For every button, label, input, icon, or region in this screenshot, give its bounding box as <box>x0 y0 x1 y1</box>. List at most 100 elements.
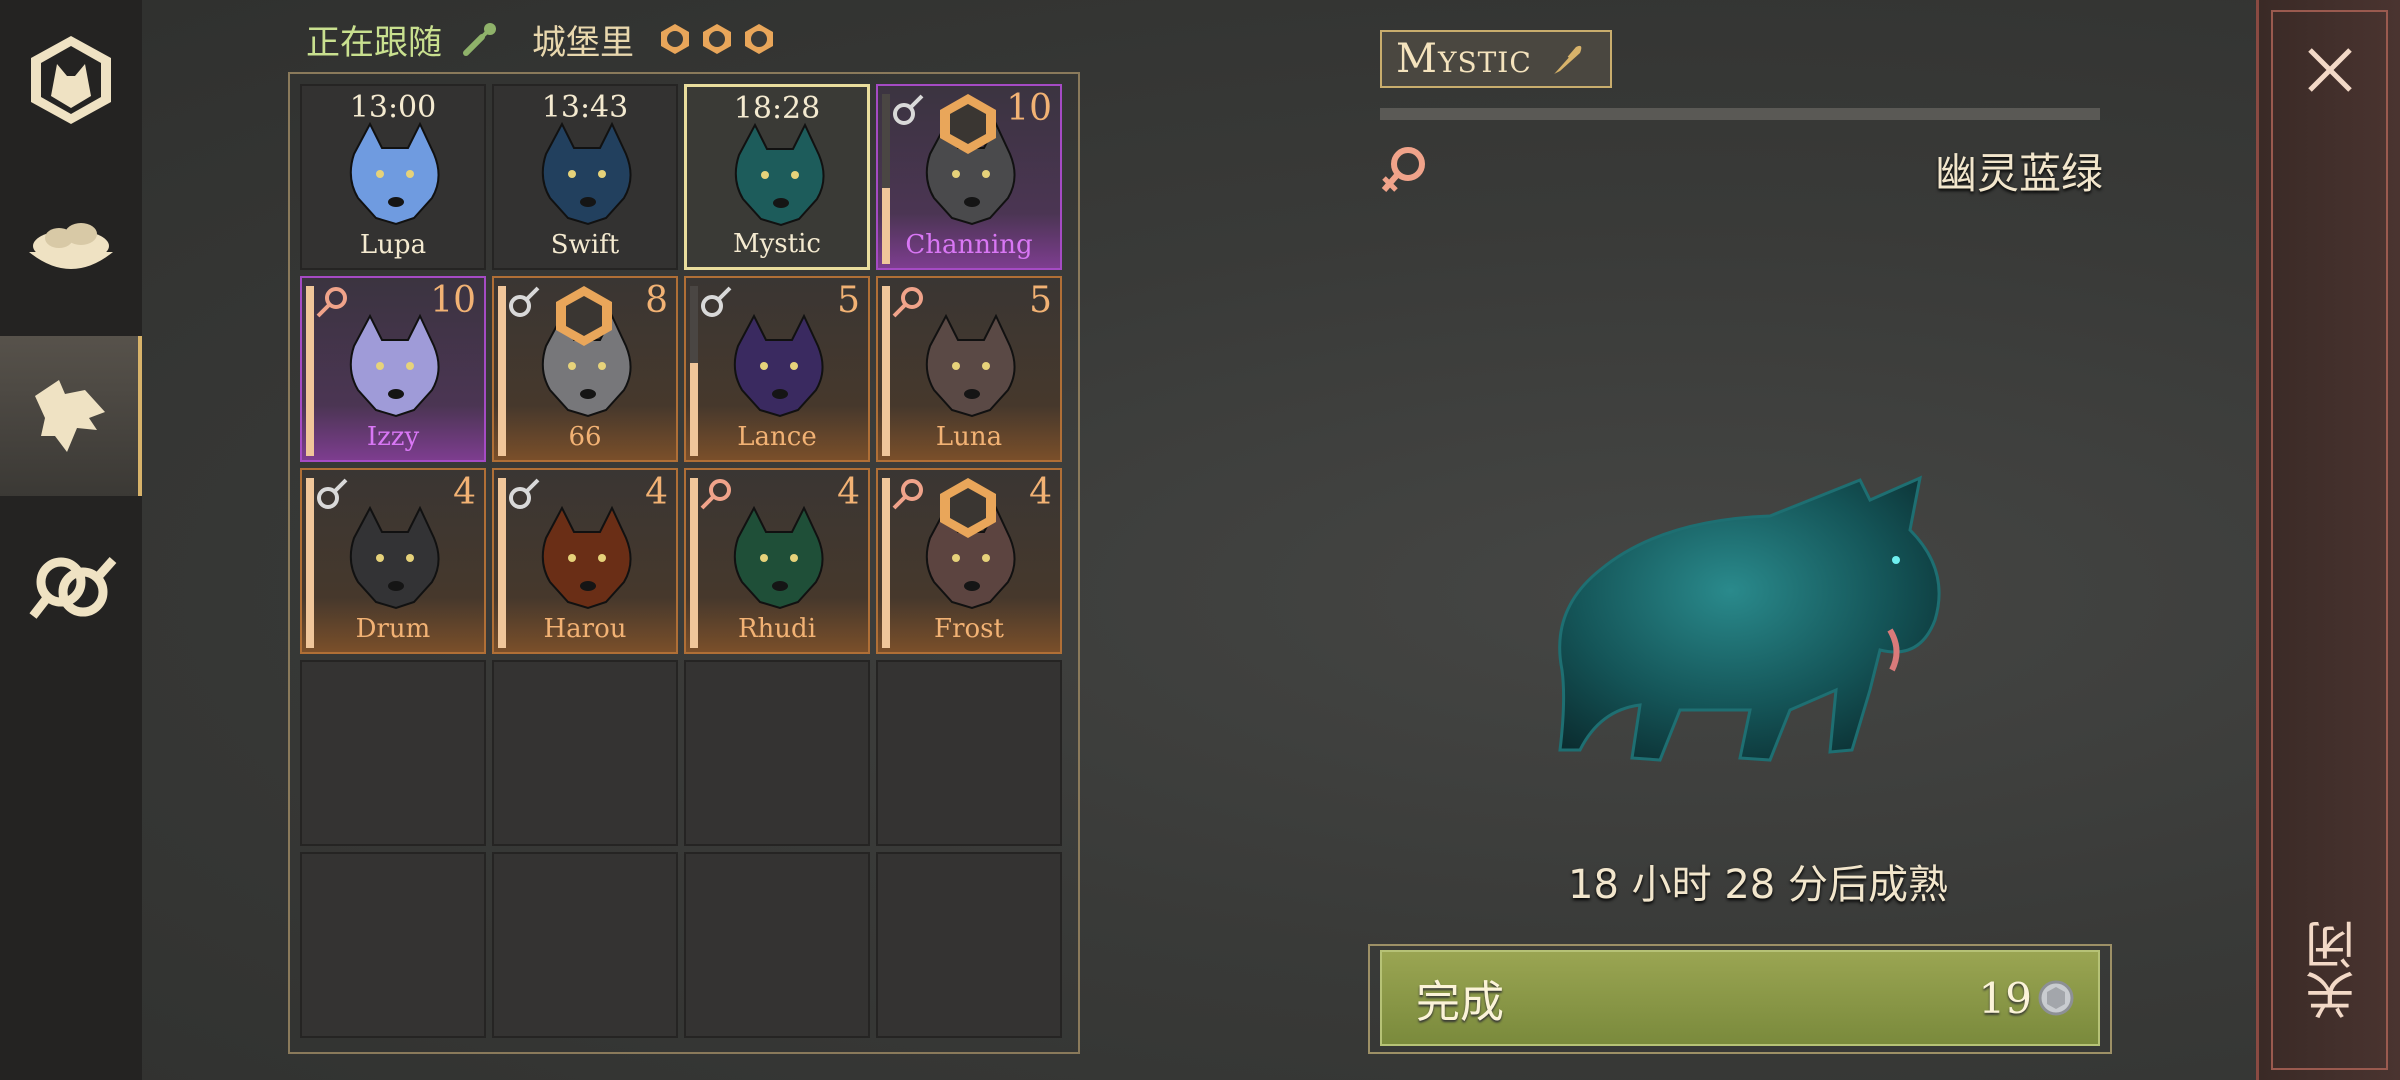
wolf-name: Izzy <box>366 422 420 452</box>
castle-badge-icon <box>940 478 996 538</box>
coat-variant-label: 幽灵蓝绿 <box>1934 149 2103 198</box>
wolf-level: 4 <box>453 472 476 513</box>
female-icon <box>892 287 923 318</box>
silver-coin-icon <box>2038 980 2074 1016</box>
castle-badge-icon <box>556 286 612 346</box>
wolf-card[interactable]: 5 Lance <box>684 276 870 462</box>
wolf-level: 10 <box>1006 88 1052 129</box>
wolf-head-icon <box>35 380 105 452</box>
wolf-level: 4 <box>1029 472 1052 513</box>
male-icon <box>509 286 540 317</box>
maturity-countdown: 18 小时 28 分后成熟 <box>1568 862 1948 908</box>
growth-progress-bar <box>1380 108 2100 120</box>
male-icon <box>893 94 924 125</box>
hatch-time: 13:00 <box>349 90 437 125</box>
nav-wolves[interactable] <box>0 336 142 496</box>
wolf-card[interactable]: 18:28 Mystic <box>684 84 870 270</box>
empty-roster-slot <box>300 660 486 846</box>
wolf-card[interactable]: 10 Izzy <box>300 276 486 462</box>
close-icon[interactable] <box>2304 44 2356 96</box>
castle-slot-icon <box>661 24 689 54</box>
wolf-name: Lupa <box>359 230 427 260</box>
castle-slot-icon <box>703 24 731 54</box>
wolf-level: 8 <box>645 280 668 321</box>
castle-slot-icon <box>745 24 773 54</box>
male-icon <box>317 478 348 509</box>
left-nav <box>0 0 142 1080</box>
complete-label: 完成 <box>1416 977 1504 1028</box>
wolf-name-box[interactable]: Mystic <box>1380 30 1612 88</box>
female-icon <box>1381 147 1425 192</box>
close-label[interactable]: 关闭 <box>2298 920 2363 1020</box>
wolf-portrait <box>349 313 440 418</box>
wolf-portrait <box>349 505 440 610</box>
selected-wolf-name: Mystic <box>1396 36 1532 82</box>
wolf-name: Drum <box>355 614 431 644</box>
wolf-name: Rhudi <box>737 614 817 644</box>
nav-wolf-crest[interactable] <box>0 0 142 160</box>
wolf-name: Harou <box>543 614 627 644</box>
wolf-level: 5 <box>837 280 860 321</box>
wolf-name: 66 <box>568 422 602 452</box>
wolf-name: Channing <box>905 230 1033 260</box>
wolf-card[interactable]: 4 Rhudi <box>684 468 870 654</box>
complete-now-button[interactable]: 完成 19 <box>1380 950 2100 1046</box>
rename-quill-icon[interactable] <box>1546 39 1586 79</box>
wolf-portrait <box>349 121 440 226</box>
empty-roster-slot <box>492 660 678 846</box>
cost-value: 19 <box>1978 973 2032 1023</box>
following-label: 正在跟随 <box>306 22 442 63</box>
wolf-card[interactable]: 4 Harou <box>492 468 678 654</box>
castle-badge-icon <box>940 94 996 154</box>
wolf-portrait <box>733 505 824 610</box>
wolf-card[interactable]: 5 Luna <box>876 276 1062 462</box>
wolf-card[interactable]: 8 66 <box>492 276 678 462</box>
empty-roster-slot <box>876 660 1062 846</box>
castle-label: 城堡里 <box>532 22 634 63</box>
wolf-card[interactable]: 10 Channing <box>876 84 1062 270</box>
roster-header: 正在跟随 城堡里 <box>306 14 776 64</box>
hatch-time: 18:28 <box>733 91 821 126</box>
gender-pair-icon <box>29 557 117 619</box>
nav-breeding[interactable] <box>0 506 142 666</box>
empty-roster-slot <box>492 852 678 1038</box>
empty-roster-slot <box>300 852 486 1038</box>
empty-roster-slot <box>684 852 870 1038</box>
empty-roster-slot <box>684 660 870 846</box>
wolf-name: Frost <box>934 614 1004 644</box>
wolf-card[interactable]: 13:00 Lupa <box>300 84 486 270</box>
wolf-level: 4 <box>837 472 860 513</box>
wolf-level: 4 <box>645 472 668 513</box>
male-icon <box>509 478 540 509</box>
empty-roster-slot <box>876 852 1062 1038</box>
wolf-roster-grid: 13:00 Lupa 13:43 Swift 18:28 Mystic 10 Channing… <box>288 72 1080 1054</box>
wolf-name: Swift <box>550 230 620 260</box>
wolf-portrait <box>925 313 1016 418</box>
wolf-card[interactable]: 4 Frost <box>876 468 1062 654</box>
wolf-card[interactable]: 4 Drum <box>300 468 486 654</box>
complete-cost: 19 <box>1979 974 2074 1023</box>
wolf-level: 10 <box>430 280 476 321</box>
wolf-crest-icon <box>31 36 111 124</box>
food-bowl-icon <box>29 223 113 269</box>
castle-slots <box>658 22 776 56</box>
wolf-level: 5 <box>1029 280 1052 321</box>
female-icon <box>700 479 731 510</box>
wolf-portrait <box>734 122 825 227</box>
wolf-portrait <box>541 121 632 226</box>
female-icon <box>892 479 923 510</box>
wolf-portrait <box>733 313 824 418</box>
nav-food[interactable] <box>0 166 142 326</box>
hatch-time: 13:43 <box>541 90 629 125</box>
male-icon <box>701 286 732 317</box>
female-icon <box>316 287 347 318</box>
close-panel[interactable] <box>2256 0 2400 1080</box>
wolf-portrait <box>541 505 632 610</box>
close-panel-frame <box>2271 10 2388 1070</box>
wolf-pup-preview <box>1558 475 1941 762</box>
leash-icon <box>463 23 496 56</box>
wolf-name: Luna <box>935 422 1003 452</box>
wolf-name: Mystic <box>733 229 821 259</box>
wolf-card[interactable]: 13:43 Swift <box>492 84 678 270</box>
wolf-name: Lance <box>737 422 817 452</box>
